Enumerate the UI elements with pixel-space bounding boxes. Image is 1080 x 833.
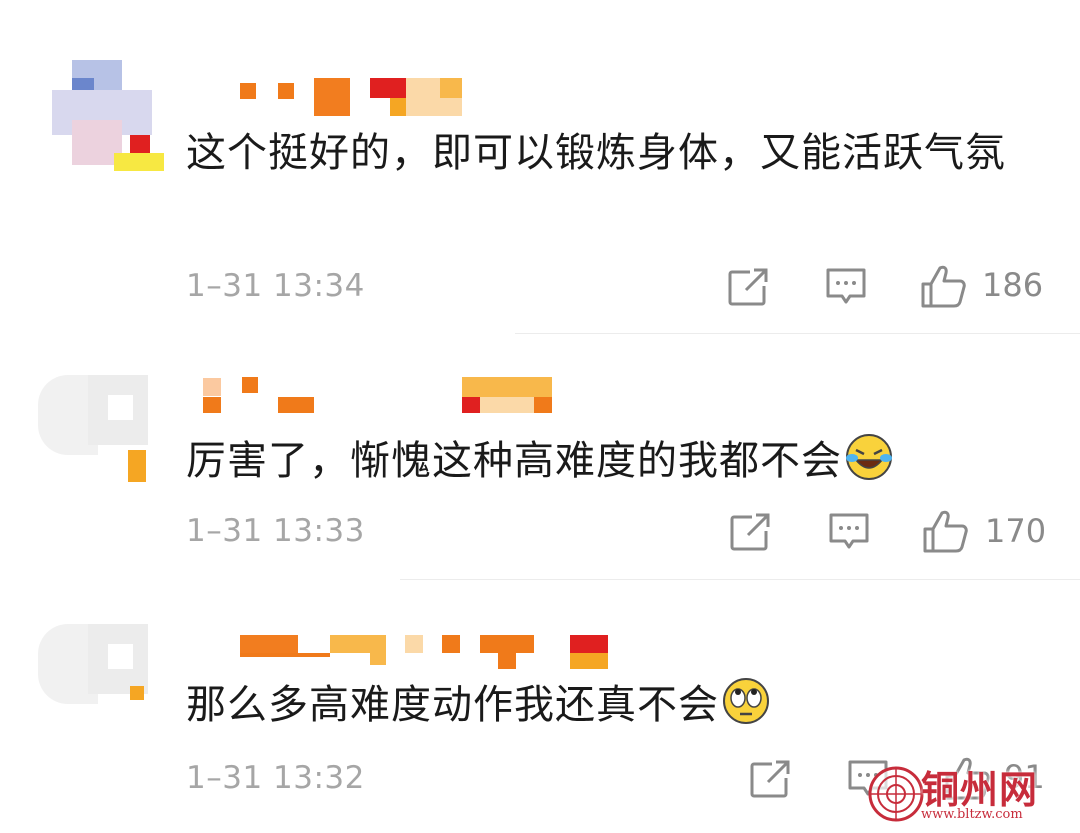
comment-text-content: 那么多高难度动作我还真不会: [186, 682, 719, 728]
reply-icon[interactable]: [826, 268, 866, 306]
thumbs-up-icon[interactable]: [920, 264, 966, 308]
comment-text-content: 厉害了，惭愧这种高难度的我都不会: [186, 438, 842, 484]
username-mosaic[interactable]: [200, 632, 620, 680]
like-count: 170: [985, 512, 1047, 550]
username-mosaic[interactable]: [200, 375, 560, 423]
comment-timestamp: 1–31 13:33: [186, 513, 365, 549]
watermark-logo-icon: [868, 766, 924, 822]
comment-text: 厉害了，惭愧这种高难度的我都不会: [186, 430, 1036, 492]
site-watermark: 铜州网 www.bltzw.com: [865, 763, 1080, 833]
like-count: 186: [982, 266, 1044, 304]
repost-icon[interactable]: [730, 513, 772, 551]
username-mosaic[interactable]: [200, 78, 470, 126]
comment-text: 这个挺好的，即可以锻炼身体，又能活跃气氛: [186, 130, 1006, 176]
watermark-title: 铜州网: [921, 767, 1039, 812]
watermark-url: www.bltzw.com: [921, 807, 1023, 822]
repost-icon[interactable]: [728, 268, 770, 306]
avatar[interactable]: [38, 365, 148, 482]
thumbs-up-icon[interactable]: [922, 509, 968, 553]
avatar[interactable]: [52, 60, 164, 171]
comment-timestamp: 1–31 13:32: [186, 760, 365, 796]
reply-icon[interactable]: [829, 513, 869, 551]
comment-item: 这个挺好的，即可以锻炼身体，又能活跃气氛 1–31 13:34 186: [0, 0, 1080, 335]
laughing-tears-emoji: [846, 434, 892, 480]
comment-timestamp: 1–31 13:34: [186, 268, 365, 304]
divider: [515, 333, 1080, 334]
comment-text: 那么多高难度动作我还真不会: [186, 674, 1036, 736]
comment-item: 厉害了，惭愧这种高难度的我都不会 1–31 13:33 170: [0, 335, 1080, 580]
avatar[interactable]: [38, 614, 148, 714]
rolling-eyes-emoji: [723, 678, 769, 724]
repost-icon[interactable]: [750, 760, 792, 798]
